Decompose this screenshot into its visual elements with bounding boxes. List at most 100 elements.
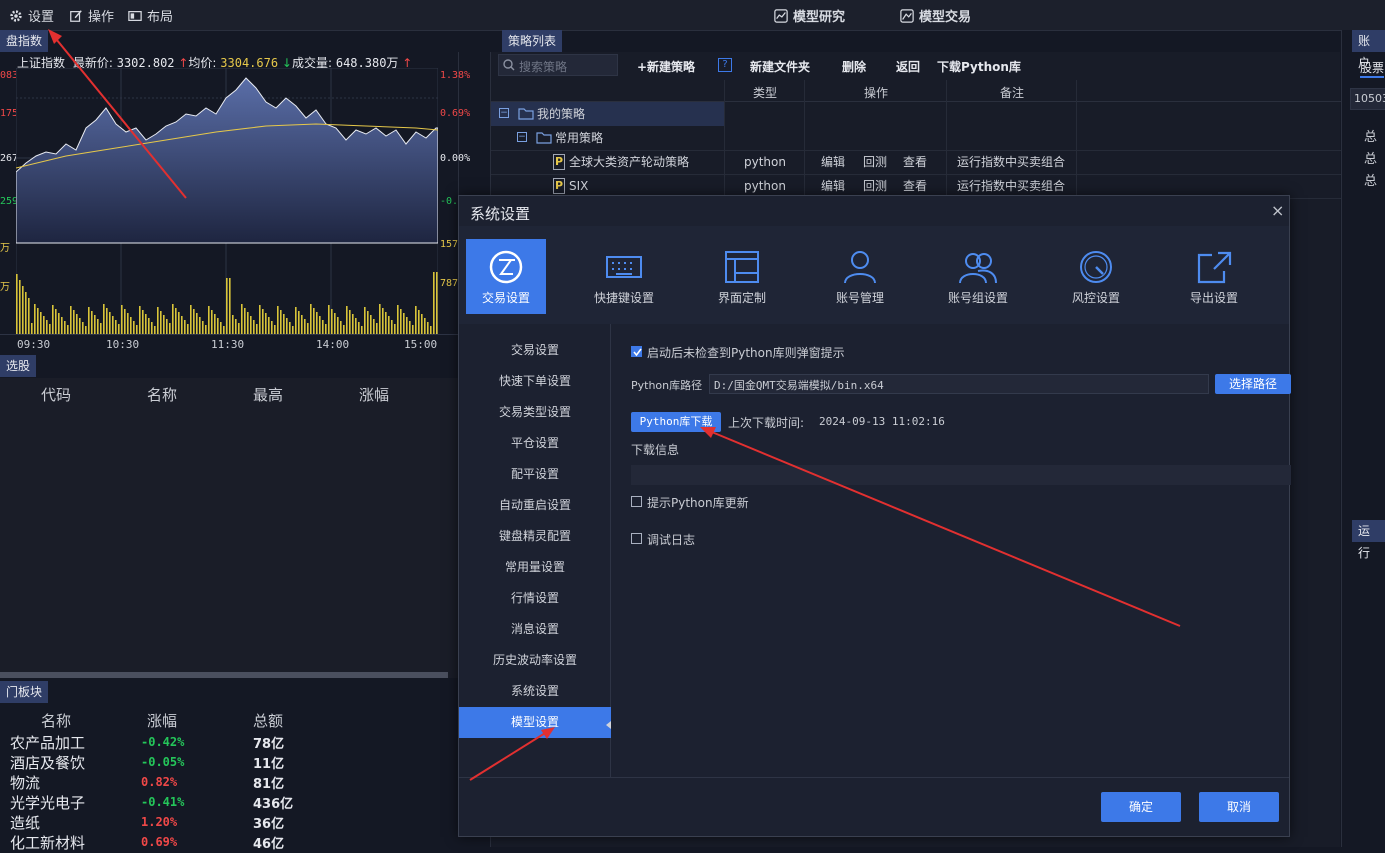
strategy-list-tab[interactable]: 策略列表 — [502, 30, 563, 52]
delete-button[interactable]: 删除 — [842, 58, 866, 75]
tile-risk-control[interactable]: 风控设置 — [1056, 239, 1136, 314]
layout-menu[interactable]: 布局 — [128, 6, 173, 25]
col-name[interactable]: 名称 — [147, 384, 177, 405]
volume-bar — [367, 311, 369, 334]
keyboard-icon — [606, 256, 642, 278]
back-button[interactable]: 返回 — [896, 58, 920, 75]
select-stock-tab[interactable]: 选股 — [0, 355, 37, 377]
volume-bar — [58, 313, 60, 334]
col-change[interactable]: 涨幅 — [359, 384, 389, 405]
python-file-icon: P — [553, 178, 565, 194]
top-toolbar: 设置 操作 布局 模型研究 模型交易 — [0, 0, 1385, 31]
new-strategy-button[interactable]: +新建策略 — [637, 58, 695, 75]
pct-tick: 0.69% — [440, 108, 471, 119]
sector-row[interactable]: 造纸 1.20% 36亿 — [0, 812, 459, 832]
sector-row[interactable]: 物流 0.82% 81亿 — [0, 772, 459, 792]
volume-bar — [343, 325, 345, 334]
path-label: Python库路径 — [631, 379, 703, 392]
sidebar-item[interactable]: 键盘精灵配置 — [459, 521, 611, 552]
volume-bar — [187, 324, 189, 334]
sidebar-item[interactable]: 模型设置 — [459, 707, 611, 738]
update-option-label: 提示Python库更新 — [647, 496, 749, 510]
close-icon[interactable]: × — [1271, 201, 1284, 220]
account-tab[interactable]: 账户 — [1352, 30, 1385, 70]
col-high[interactable]: 最高 — [253, 384, 283, 405]
sector-col-change[interactable]: 涨幅 — [147, 710, 177, 731]
sidebar-item[interactable]: 快速下单设置 — [459, 366, 611, 397]
volume-bar — [121, 305, 123, 334]
volume-bar — [61, 317, 63, 334]
cancel-button[interactable]: 取消 — [1199, 792, 1279, 822]
collapse-icon[interactable]: − — [499, 108, 509, 118]
settings-menu[interactable]: 设置 — [9, 6, 54, 25]
volume-bar — [127, 313, 129, 334]
horizontal-scrollbar[interactable] — [0, 672, 448, 678]
download-python-lib-button[interactable]: 下载Python库 — [937, 58, 1021, 75]
users-icon — [959, 253, 997, 284]
sector-row[interactable]: 酒店及餐饮 -0.05% 11亿 — [0, 752, 459, 772]
sidebar-item[interactable]: 交易类型设置 — [459, 397, 611, 428]
tile-export-settings[interactable]: 导出设置 — [1174, 239, 1254, 314]
layout-icon — [128, 10, 142, 21]
help-icon[interactable]: ? — [718, 58, 732, 72]
tree-common-strategies[interactable]: − 常用策略 — [491, 126, 724, 150]
volume-bar — [37, 308, 39, 334]
collapse-icon[interactable]: − — [517, 132, 527, 142]
sidebar-item[interactable]: 自动重启设置 — [459, 490, 611, 521]
new-folder-button[interactable]: 新建文件夹 — [750, 58, 810, 75]
strategy-row[interactable]: P 全球大类资产轮动策略 python 编辑 回测 查看 运行指数中买卖组合 — [491, 150, 1341, 174]
sector-row[interactable]: 农产品加工 -0.42% 78亿 — [0, 732, 459, 752]
volume-bar — [40, 312, 42, 334]
sidebar-item[interactable]: 行情设置 — [459, 583, 611, 614]
update-check[interactable] — [631, 496, 642, 507]
volume-bar — [130, 317, 132, 334]
python-lib-download-button[interactable]: Python库下载 — [631, 412, 721, 432]
volume-bar — [289, 322, 291, 334]
tile-trade-settings[interactable]: 交易设置 — [466, 239, 546, 314]
stock-subtab[interactable]: 股票 — [1360, 59, 1385, 78]
sidebar-item[interactable]: 历史波动率设置 — [459, 645, 611, 676]
account-selector[interactable]: 10503 — [1350, 88, 1385, 110]
col-code[interactable]: 代码 — [41, 384, 71, 405]
sidebar-item[interactable]: 消息设置 — [459, 614, 611, 645]
volume-bar — [49, 324, 51, 334]
tree-my-strategies[interactable]: − 我的策略 — [491, 102, 724, 126]
model-research-tab[interactable]: 模型研究 — [774, 6, 845, 25]
volume-bar — [427, 322, 429, 334]
tile-account-manage[interactable]: 账号管理 — [820, 239, 900, 314]
sector-row[interactable]: 光学光电子 -0.41% 436亿 — [0, 792, 459, 812]
sidebar-item[interactable]: 交易设置 — [459, 335, 611, 366]
sector-col-name[interactable]: 名称 — [41, 710, 71, 731]
edit-icon — [70, 9, 82, 22]
popup-check[interactable] — [631, 346, 642, 357]
python-path-input[interactable]: D:/国金QMT交易端模拟/bin.x64 — [709, 374, 1209, 394]
ok-button[interactable]: 确定 — [1101, 792, 1181, 822]
operate-menu[interactable]: 操作 — [69, 6, 114, 25]
volume-bar — [106, 308, 108, 334]
debug-log-check[interactable] — [631, 533, 642, 544]
layout-label: 布局 — [147, 10, 174, 25]
sidebar-item[interactable]: 常用量设置 — [459, 552, 611, 583]
tile-hotkey-settings[interactable]: 快捷键设置 — [584, 239, 664, 314]
sidebar-item[interactable]: 配平设置 — [459, 459, 611, 490]
tile-ui-custom[interactable]: 界面定制 — [702, 239, 782, 314]
model-trade-tab[interactable]: 模型交易 — [900, 6, 971, 25]
backtest-link[interactable]: 回测 — [863, 150, 887, 174]
volume-bar — [103, 304, 105, 334]
index-tab[interactable]: 盘指数 — [0, 30, 49, 52]
volume-bar — [16, 274, 18, 334]
volume-bar — [73, 310, 75, 334]
sector-col-amount[interactable]: 总额 — [253, 710, 283, 731]
sector-tab[interactable]: 门板块 — [0, 681, 49, 703]
volume-bar — [142, 310, 144, 334]
edit-link[interactable]: 编辑 — [821, 150, 845, 174]
view-link[interactable]: 查看 — [903, 150, 927, 174]
choose-path-button[interactable]: 选择路径 — [1215, 374, 1291, 394]
tile-account-group[interactable]: 账号组设置 — [938, 239, 1018, 314]
sidebar-item[interactable]: 系统设置 — [459, 676, 611, 707]
run-tab[interactable]: 运行 — [1352, 520, 1385, 560]
sector-row[interactable]: 化工新材料 0.69% 46亿 — [0, 832, 459, 852]
sidebar-item[interactable]: 平仓设置 — [459, 428, 611, 459]
strategy-search-input[interactable]: 搜索策略 — [498, 54, 618, 76]
tile-label: 界面定制 — [717, 291, 766, 305]
